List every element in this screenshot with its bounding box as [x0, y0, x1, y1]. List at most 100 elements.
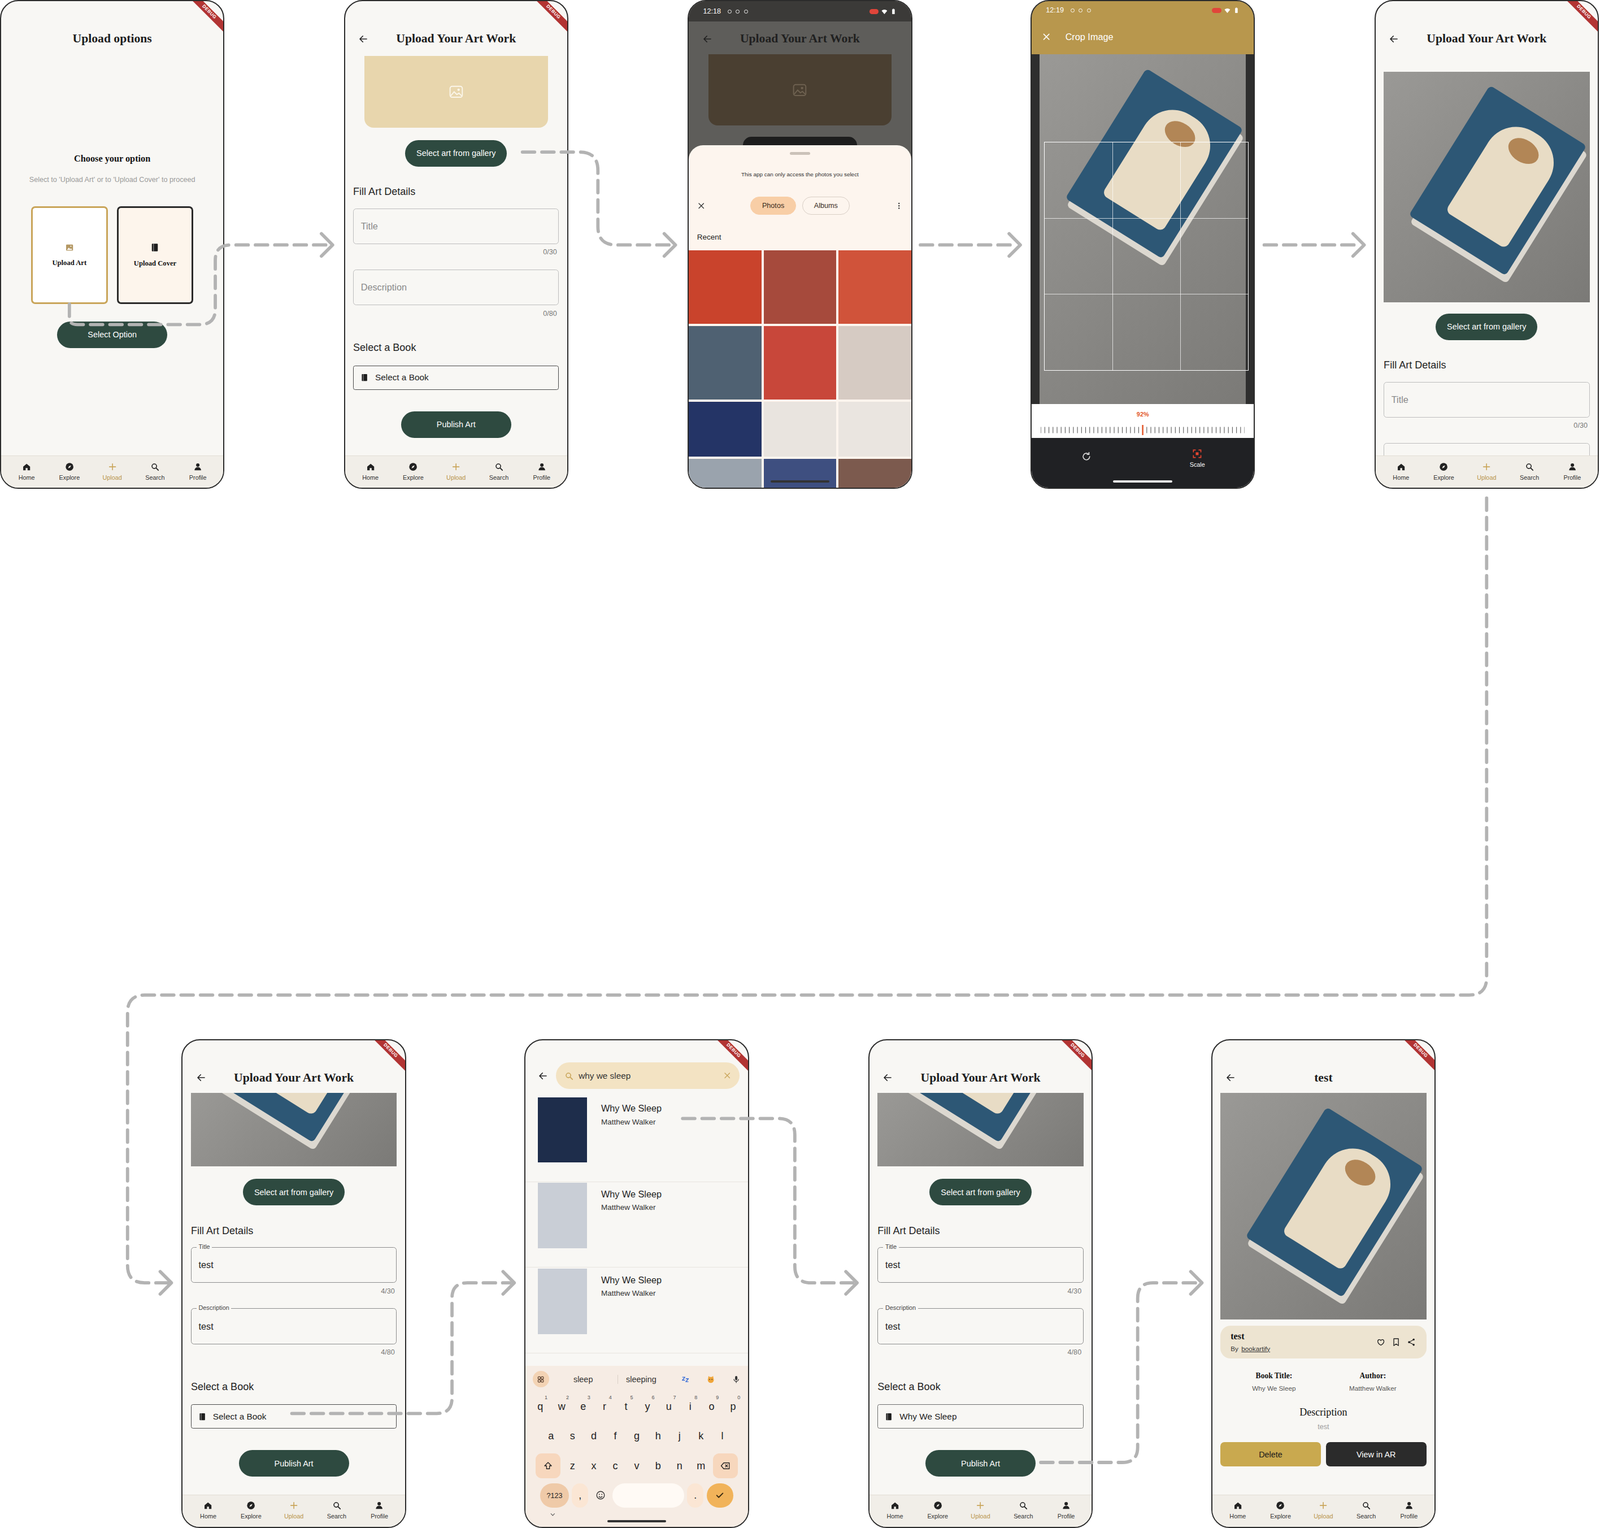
select-option-button[interactable]: Select Option — [57, 321, 168, 349]
text-field[interactable]: Title — [1383, 381, 1590, 418]
gallery-photo[interactable] — [838, 458, 912, 488]
gallery-photo[interactable] — [838, 250, 912, 324]
key[interactable]: k — [691, 1423, 711, 1449]
picker-tab[interactable]: Photos — [750, 196, 797, 216]
gallery-photo[interactable] — [838, 325, 912, 400]
view-in-ar-button[interactable]: View in AR — [1325, 1441, 1427, 1467]
result-row[interactable]: Why We SleepMatthew Walker — [525, 1267, 748, 1354]
nav-item[interactable]: Profile — [522, 462, 562, 482]
nav-item[interactable]: Upload — [1303, 1500, 1343, 1520]
nav-item[interactable]: Upload — [92, 462, 132, 482]
shift-key[interactable] — [535, 1453, 560, 1478]
more-icon[interactable] — [894, 201, 903, 210]
nav-item[interactable]: Upload — [436, 462, 476, 482]
key[interactable]: l — [712, 1423, 732, 1449]
nav-item[interactable]: Home — [350, 462, 390, 482]
text-field[interactable]: Descriptiontest — [190, 1307, 397, 1344]
delete-button[interactable]: Delete — [1220, 1441, 1321, 1467]
emoji-key[interactable] — [591, 1483, 611, 1508]
key[interactable]: u7 — [659, 1394, 679, 1419]
key[interactable]: g — [627, 1423, 647, 1449]
key[interactable]: f — [606, 1423, 625, 1449]
option-card[interactable]: Upload Cover — [116, 206, 194, 304]
bookmark-icon[interactable] — [1391, 1337, 1401, 1347]
result-row[interactable]: Why We SleepMatthew Walker — [525, 1096, 748, 1182]
gallery-photo[interactable] — [763, 458, 837, 488]
publish-button[interactable]: Publish Art — [238, 1449, 350, 1477]
gallery-photo[interactable] — [688, 325, 762, 400]
gallery-photo[interactable] — [763, 325, 837, 400]
nav-item[interactable]: Search — [1510, 462, 1550, 482]
key[interactable]: h — [649, 1423, 668, 1449]
back-arrow-icon[interactable] — [1225, 1072, 1236, 1083]
back-arrow-icon[interactable] — [882, 1072, 893, 1083]
nav-item[interactable]: Home — [1381, 462, 1421, 482]
key[interactable]: b — [649, 1453, 668, 1478]
nav-item[interactable]: Explore — [393, 462, 433, 482]
key[interactable]: s — [563, 1423, 582, 1449]
back-arrow-icon[interactable] — [1388, 33, 1399, 45]
nav-item[interactable]: Search — [1003, 1500, 1043, 1520]
key[interactable]: x — [584, 1453, 604, 1478]
nav-item[interactable]: Explore — [50, 462, 90, 482]
suggestion[interactable]: sleeping — [617, 1374, 665, 1384]
key[interactable]: a — [541, 1423, 561, 1449]
nav-item[interactable]: Search — [479, 462, 519, 482]
nav-item[interactable]: Home — [7, 462, 47, 482]
gallery-photo[interactable] — [763, 250, 837, 324]
key[interactable]: d — [584, 1423, 604, 1449]
crop-frame[interactable] — [1044, 141, 1250, 371]
symbols-key[interactable]: ?123 — [540, 1483, 569, 1508]
scale-tool[interactable]: Scale — [1189, 448, 1206, 468]
result-row[interactable]: Why We SleepMatthew Walker — [525, 1181, 748, 1268]
text-field[interactable] — [1383, 442, 1590, 456]
nav-item[interactable]: Upload — [1467, 462, 1507, 482]
back-arrow-icon[interactable] — [196, 1072, 207, 1083]
nav-item[interactable]: Explore — [918, 1500, 958, 1520]
publish-button[interactable]: Publish Art — [925, 1449, 1036, 1477]
nav-item[interactable]: Profile — [359, 1500, 399, 1520]
key[interactable]: z — [563, 1453, 582, 1478]
key[interactable]: o9 — [702, 1394, 721, 1419]
gallery-button[interactable]: Select art from gallery — [929, 1178, 1032, 1206]
key[interactable]: p0 — [723, 1394, 743, 1419]
nav-item[interactable]: Explore — [1424, 462, 1464, 482]
nav-item[interactable]: Profile — [1553, 462, 1593, 482]
close-icon[interactable] — [697, 201, 706, 210]
nav-item[interactable]: Home — [188, 1500, 228, 1520]
key[interactable]: y6 — [638, 1394, 658, 1419]
picker-tab[interactable]: Albums — [802, 196, 850, 216]
key[interactable]: i8 — [680, 1394, 700, 1419]
book-select-field[interactable]: Select a Book — [353, 365, 559, 390]
option-card[interactable]: Upload Art — [31, 206, 108, 304]
key[interactable]: n — [670, 1453, 690, 1478]
nav-item[interactable]: Home — [1218, 1500, 1258, 1520]
suggestion[interactable]: sleep — [564, 1374, 601, 1384]
nav-item[interactable]: Upload — [961, 1500, 1000, 1520]
space-key[interactable] — [612, 1483, 684, 1508]
gallery-photo[interactable] — [688, 250, 762, 324]
book-select-field[interactable]: Select a Book — [190, 1403, 397, 1429]
key[interactable]: r4 — [595, 1394, 615, 1419]
enter-key[interactable] — [706, 1483, 734, 1508]
close-icon[interactable] — [1041, 32, 1051, 42]
key[interactable]: q1 — [531, 1394, 550, 1419]
gallery-photo[interactable] — [838, 401, 912, 458]
key[interactable]: t5 — [616, 1394, 636, 1419]
nav-item[interactable]: Search — [317, 1500, 357, 1520]
nav-item[interactable]: Explore — [1261, 1500, 1300, 1520]
gallery-photo[interactable] — [763, 401, 837, 458]
back-arrow-icon[interactable] — [358, 33, 369, 45]
author-link[interactable]: bookartify — [1241, 1344, 1271, 1354]
search-field[interactable]: why we sleep — [555, 1062, 740, 1089]
nav-item[interactable]: Profile — [1389, 1500, 1429, 1520]
nav-item[interactable]: Home — [875, 1500, 915, 1520]
nav-item[interactable]: Profile — [178, 462, 218, 482]
key[interactable]: , — [571, 1483, 589, 1508]
key[interactable]: j — [670, 1423, 690, 1449]
backspace-key[interactable] — [712, 1453, 738, 1478]
text-field[interactable]: Description — [353, 269, 559, 306]
nav-item[interactable]: Explore — [231, 1500, 271, 1520]
gallery-button[interactable]: Select art from gallery — [242, 1178, 345, 1206]
gallery-button[interactable]: Select art from gallery — [1435, 313, 1538, 341]
